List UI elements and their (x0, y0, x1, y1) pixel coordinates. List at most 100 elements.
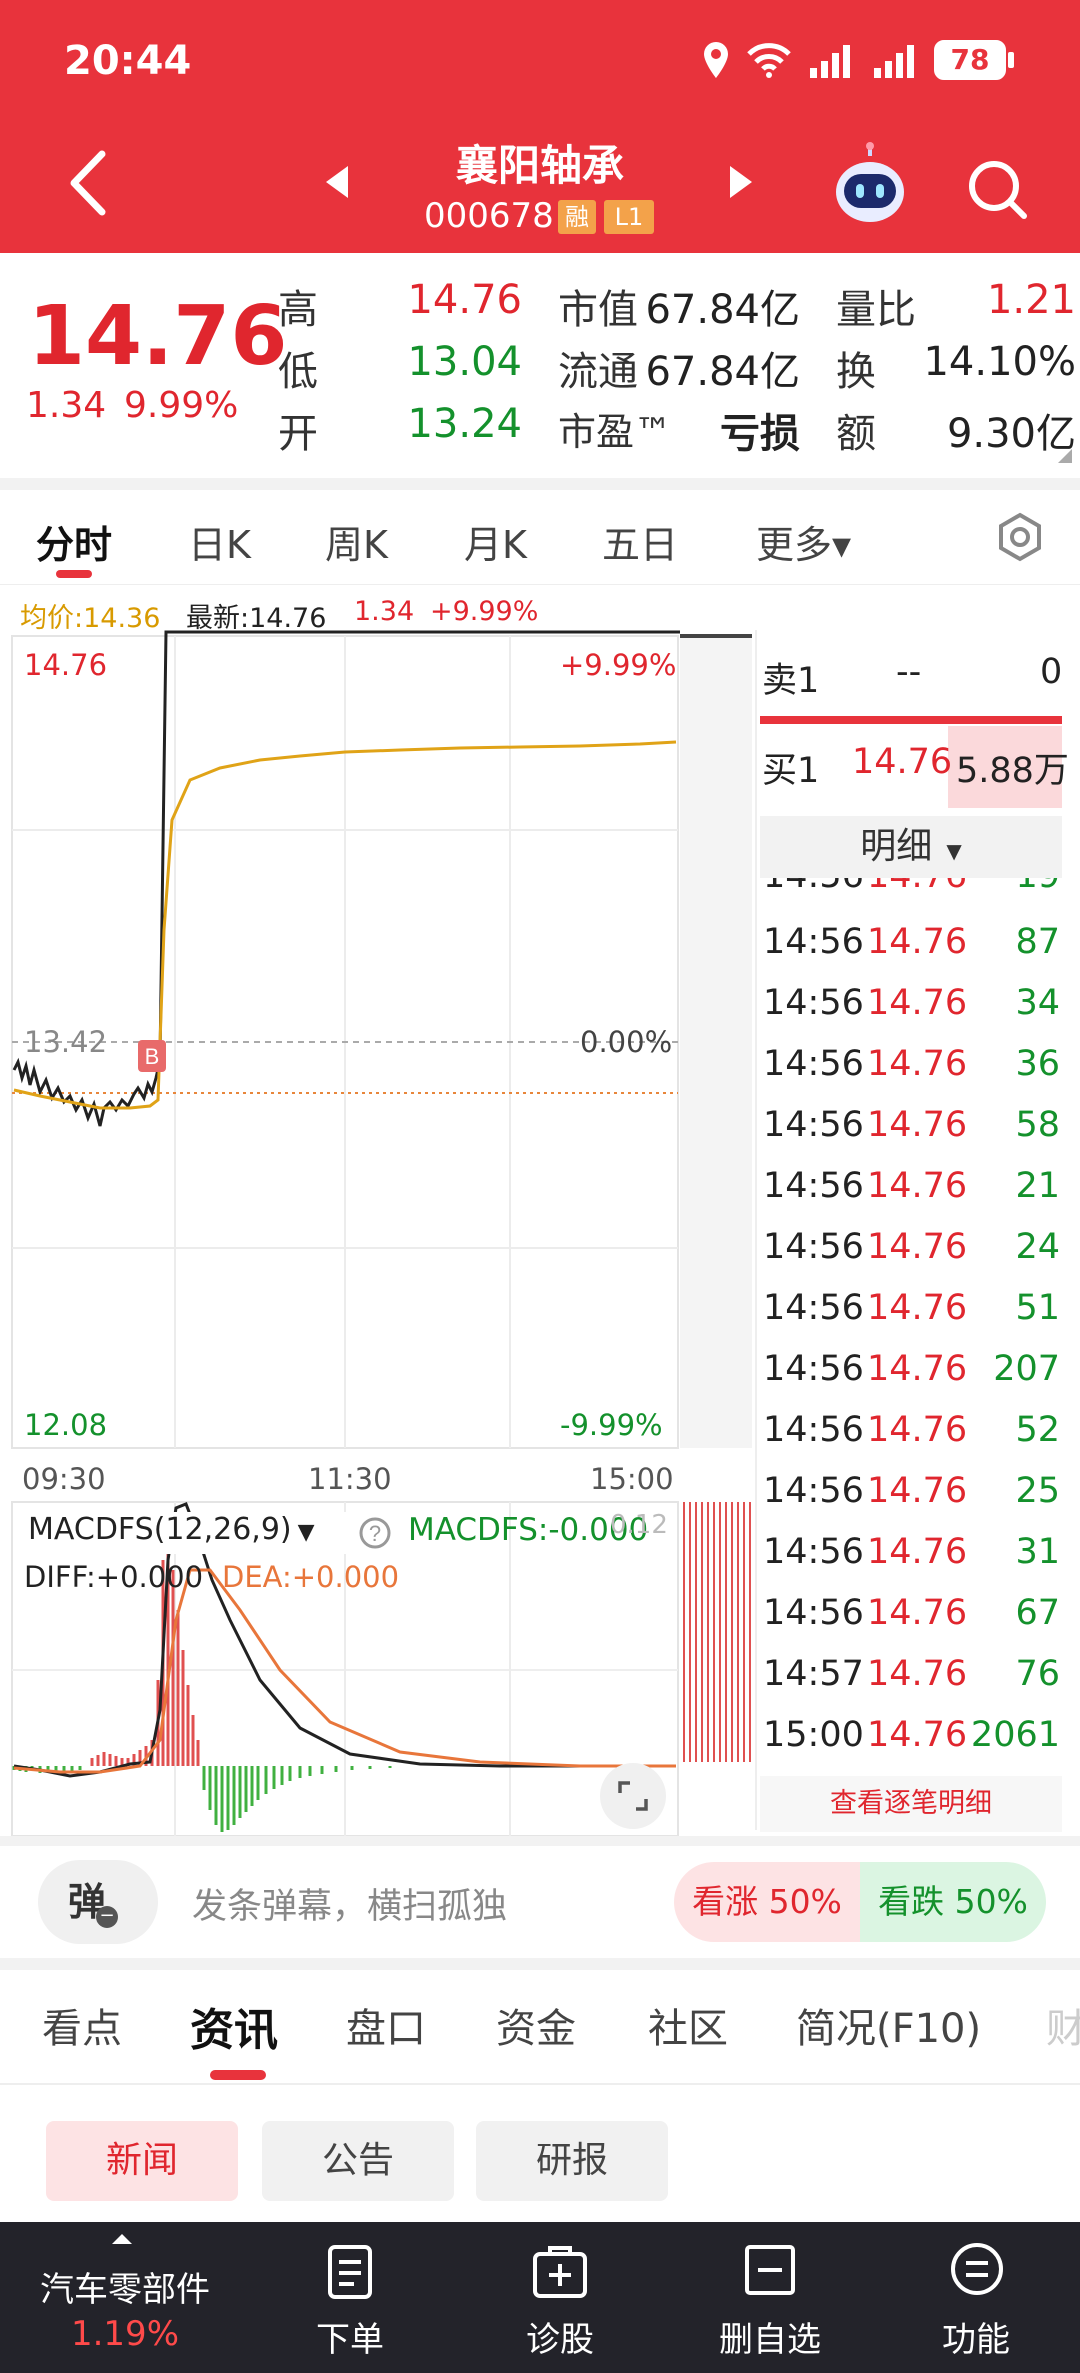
tick-time: 14:57 (763, 1654, 864, 1694)
amount-value: 9.30亿 (946, 411, 1076, 457)
current-price: 14.76 (28, 289, 288, 384)
sell1-label: 卖1 (762, 661, 820, 701)
danmaku-toggle[interactable]: 弹 (38, 1860, 158, 1944)
location-icon (704, 42, 728, 78)
view-all-ticks-link[interactable]: 查看逐笔明细 (760, 1776, 1062, 1832)
level-badge: L1 (604, 200, 654, 234)
macd-indicator-select[interactable]: MACDFS(12,26,9) ▼ (28, 1512, 348, 1554)
tick-time: 14:56 (763, 1166, 864, 1206)
tick-row: 14:56 14.76 36 (755, 1044, 1080, 1105)
bullish-button[interactable]: 看涨 50% (674, 1862, 860, 1942)
chart-top-pct: +9.99% (560, 648, 677, 682)
robot-assistant-icon[interactable] (832, 142, 908, 230)
tab-intraday[interactable]: 分时 (36, 514, 112, 569)
chart-period-tabs: 分时 日K 周K 月K 五日 更多▾ (0, 490, 1080, 585)
danmaku-input[interactable]: 发条弹幕，横扫孤独 (192, 1878, 507, 1929)
expand-icon (618, 1781, 648, 1811)
bearish-button[interactable]: 看跌 50% (860, 1862, 1046, 1942)
tick-row: 14:56 14.76 67 (755, 1593, 1080, 1654)
prev-stock-icon[interactable] (322, 162, 352, 202)
macd-dea: DEA:+0.000 (222, 1560, 400, 1594)
tick-row: 14:57 14.76 76 (755, 1654, 1080, 1715)
detail-label: 明细 (860, 826, 933, 867)
macd-name: MACDFS(12,26,9) (28, 1512, 292, 1547)
battery-icon: 78 (934, 40, 1006, 80)
tick-time: 14:56 (763, 983, 864, 1023)
menu-icon (951, 2243, 1003, 2295)
subtab-news[interactable]: 新闻 (46, 2121, 238, 2201)
tick-time: 14:56 (763, 1471, 864, 1511)
tab-funds[interactable]: 资金 (496, 1996, 576, 2054)
back-icon[interactable] (66, 148, 110, 218)
tick-volume: 21 (1015, 1166, 1060, 1206)
tab-profile-f10[interactable]: 简况(F10) (796, 1996, 981, 2054)
help-icon[interactable]: ? (358, 1516, 392, 1550)
time-axis-mid: 11:30 (308, 1462, 392, 1496)
tick-row: 14:56 14.76 21 (755, 1166, 1080, 1227)
danmaku-bar: 弹 − 发条弹幕，横扫孤独 看涨 50% 看跌 50% (0, 1846, 1080, 1958)
expand-corner-icon[interactable] (1058, 449, 1072, 463)
buy1-label: 买1 (762, 751, 820, 791)
buy-marker-label: B (145, 1044, 160, 1069)
tab-order-book[interactable]: 盘口 (346, 1996, 426, 2054)
vol-ratio-value: 1.21 (986, 277, 1076, 323)
turnover-value: 14.10% (923, 339, 1076, 385)
open-value: 13.24 (407, 401, 522, 447)
tick-row: 15:00 14.76 2061 (755, 1715, 1080, 1776)
minus-icon: − (96, 1906, 118, 1928)
bid-ask-divider (760, 716, 1062, 724)
tab-community[interactable]: 社区 (648, 1996, 728, 2054)
next-stock-icon[interactable] (726, 162, 756, 202)
subtab-research[interactable]: 研报 (476, 2121, 668, 2201)
detail-selector[interactable]: 明细 ▼ (760, 816, 1062, 878)
status-bar: 20:44 78 (0, 0, 1080, 120)
svg-text:?: ? (369, 1521, 381, 1546)
top-nav-bar: 襄阳轴承 000678 融 L1 (0, 120, 1080, 253)
tab-news[interactable]: 资讯 (190, 1994, 278, 2058)
order-icon (328, 2245, 372, 2299)
function-label: 功能 (942, 2320, 1010, 2360)
tick-row: 14:56 14.76 52 (755, 1410, 1080, 1471)
tick-row: 14:56 14.76 31 (755, 1532, 1080, 1593)
tick-price: 14.76 (867, 1349, 968, 1389)
tab-more[interactable]: 更多▾ (756, 514, 851, 569)
sector-button[interactable]: 汽车零部件 1.19% (0, 2222, 250, 2373)
info-tabs: 看点 资讯 盘口 资金 社区 简况(F10) 财 (0, 1970, 1080, 2085)
wifi-icon (747, 43, 791, 78)
fullscreen-button[interactable] (600, 1763, 666, 1829)
tick-time: 14:56 (763, 1349, 864, 1389)
macd-diff: DIFF:+0.000 (24, 1560, 204, 1594)
float-value: 67.84亿 (645, 349, 800, 395)
search-icon[interactable] (966, 158, 1030, 222)
tick-price: 14.76 (867, 1166, 968, 1206)
tab-highlights[interactable]: 看点 (42, 1996, 122, 2054)
battery-level: 78 (950, 43, 990, 76)
tab-monthly-k[interactable]: 月K (464, 514, 527, 569)
tick-price: 14.76 (867, 922, 968, 962)
price-change: 1.34 (26, 385, 107, 426)
active-tab-indicator (56, 570, 92, 578)
settings-icon[interactable] (996, 512, 1044, 562)
low-value: 13.04 (407, 339, 522, 385)
stock-code: 000678 (424, 196, 554, 236)
price-change-pct: 9.99% (124, 385, 239, 426)
tab-daily-k[interactable]: 日K (188, 514, 251, 569)
float-label: 流通 (558, 349, 638, 395)
vol-ratio-label: 量比 (836, 287, 916, 333)
legend-change-pct: +9.99% (430, 596, 539, 627)
subtab-announcements[interactable]: 公告 (262, 2121, 454, 2201)
tick-price: 14.76 (867, 1593, 968, 1633)
tick-volume: 51 (1015, 1288, 1060, 1328)
tab-weekly-k[interactable]: 周K (325, 514, 388, 569)
tick-row-partial: 14:56 14.76 19 (755, 878, 1080, 902)
order-button[interactable]: 下单 (290, 2222, 410, 2373)
chevron-down-icon: ▼ (297, 1520, 315, 1545)
tick-volume: 19 (1015, 878, 1060, 896)
tick-price: 14.76 (867, 878, 967, 896)
tab-five-day[interactable]: 五日 (602, 514, 678, 569)
remove-watchlist-button[interactable]: 删自选 (700, 2222, 840, 2373)
diagnose-button[interactable]: 诊股 (500, 2222, 620, 2373)
function-button[interactable]: 功能 (916, 2222, 1036, 2373)
tick-row: 14:56 14.76 24 (755, 1227, 1080, 1288)
tab-finance[interactable]: 财 (1046, 1996, 1080, 2054)
